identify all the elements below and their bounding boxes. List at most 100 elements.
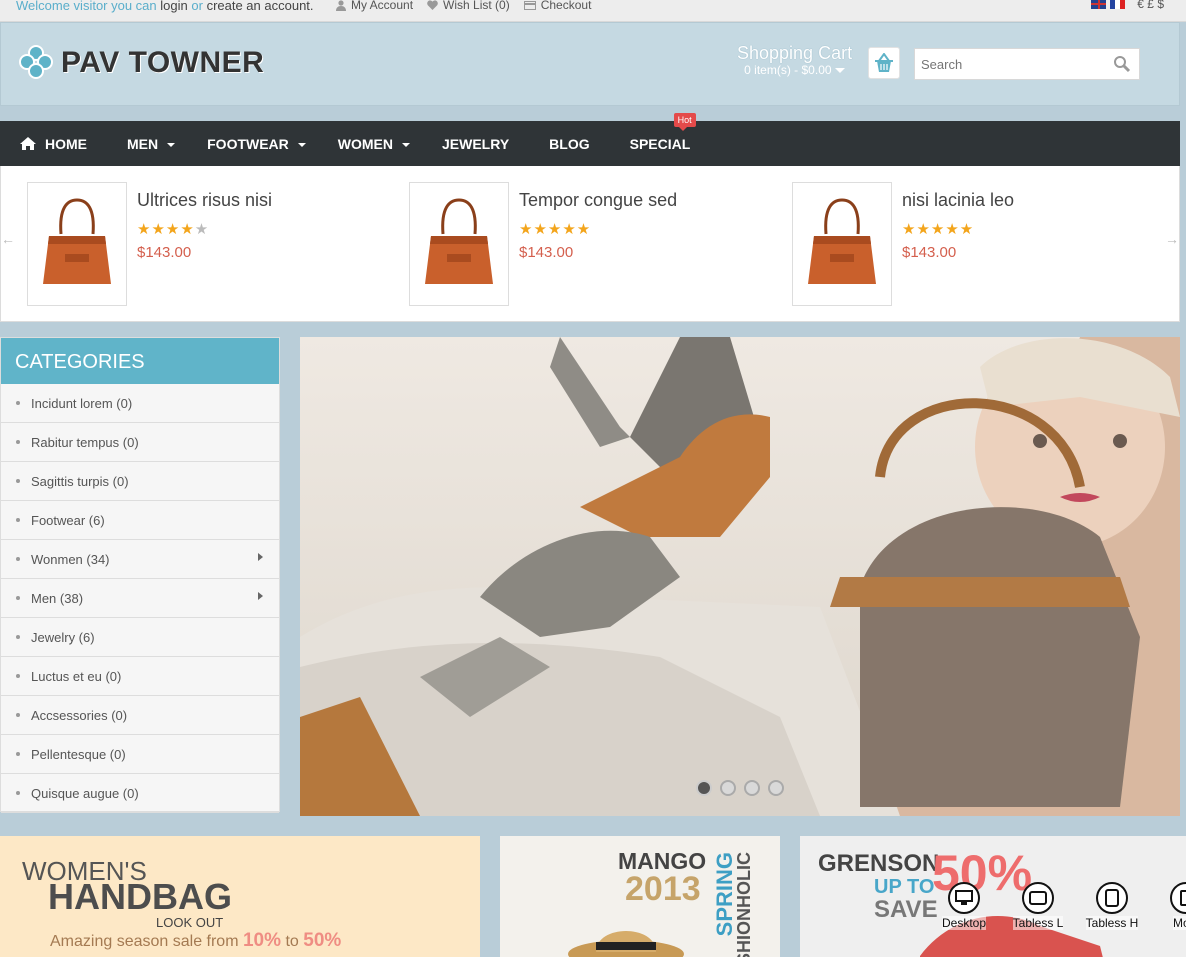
- category-item[interactable]: Sagittis turpis (0): [1, 462, 279, 501]
- brand-name: GRENSON: [818, 850, 940, 877]
- chevron-right-icon[interactable]: [258, 553, 263, 561]
- category-item[interactable]: Wonmen (34): [1, 540, 279, 579]
- category-label: Jewelry (6): [31, 629, 95, 645]
- product-name[interactable]: Ultrices risus nisi: [137, 190, 272, 211]
- category-label: Incidunt lorem (0): [31, 395, 133, 411]
- category-label: Quisque augue (0): [31, 785, 139, 801]
- product-rating: ★★★★★: [137, 221, 210, 238]
- nav-item-jewelry[interactable]: JEWELRY: [442, 121, 549, 166]
- slider-dot-1[interactable]: [696, 780, 712, 796]
- category-item[interactable]: Accsessories (0): [1, 696, 279, 735]
- nav-item-women[interactable]: WOMEN: [338, 121, 442, 166]
- womens-handbag-banner[interactable]: WOMEN'S HANDBAG LOOK OUT Amazing season …: [0, 836, 480, 957]
- device-desktop-button[interactable]: Desktop: [940, 882, 988, 930]
- product-name[interactable]: nisi lacinia leo: [902, 190, 1014, 211]
- slider-dot-4[interactable]: [768, 780, 784, 796]
- bullet-icon: [16, 518, 20, 522]
- nav-item-men[interactable]: MEN: [127, 121, 207, 166]
- user-icon: [336, 0, 346, 11]
- banner-year: 2013: [625, 870, 701, 908]
- slider-dot-3[interactable]: [744, 780, 760, 796]
- bullet-icon: [16, 401, 20, 405]
- slider-dot-2[interactable]: [720, 780, 736, 796]
- nav-item-special[interactable]: SPECIAL Hot: [630, 113, 696, 166]
- chevron-down-icon: [834, 68, 845, 74]
- hat-image: [568, 931, 684, 957]
- search-icon[interactable]: [1113, 55, 1131, 73]
- bullet-icon: [16, 791, 20, 795]
- chevron-down-icon: [167, 142, 176, 147]
- or-text: or: [191, 0, 203, 13]
- wish-list-link[interactable]: Wish List (0): [427, 0, 510, 12]
- main-nav: HOME MEN FOOTWEAR WOMEN JEWELRY BLOG SPE…: [0, 113, 1180, 166]
- product-price: $143.00: [902, 244, 957, 261]
- currency-switcher[interactable]: € £ $: [1137, 0, 1164, 11]
- category-item[interactable]: Pellentesque (0): [1, 735, 279, 774]
- language-currency: € £ $: [1091, 0, 1164, 11]
- category-item[interactable]: Rabitur tempus (0): [1, 423, 279, 462]
- french-flag-icon[interactable]: [1110, 0, 1126, 9]
- banner-line: LOOK OUT: [156, 915, 224, 930]
- chevron-down-icon: [402, 142, 410, 147]
- hot-badge: Hot: [673, 113, 696, 131]
- category-list: Incidunt lorem (0) Rabitur tempus (0) Sagi…: [1, 384, 279, 813]
- category-item[interactable]: Luctus et eu (0): [1, 657, 279, 696]
- english-flag-icon[interactable]: [1091, 0, 1107, 9]
- nav-label: MEN: [127, 135, 159, 152]
- nav-item-footwear[interactable]: FOOTWEAR: [207, 121, 338, 166]
- shopping-cart[interactable]: Shopping Cart 0 item(s) - $0.00: [737, 43, 852, 77]
- bullet-icon: [16, 557, 20, 561]
- product-card[interactable]: Tempor congue sed ★★★★★ $143.00: [409, 182, 749, 306]
- save-text: SAVE: [874, 896, 938, 923]
- product-image[interactable]: [409, 182, 509, 306]
- product-image[interactable]: [27, 182, 127, 306]
- category-label: Men (38): [31, 590, 84, 606]
- slider-dots: [696, 780, 784, 796]
- product-card[interactable]: nisi lacinia leo ★★★★★ $143.00: [792, 182, 1132, 306]
- device-tablet-portrait-button[interactable]: Tabless H: [1085, 882, 1139, 930]
- nav-item-blog[interactable]: BLOG: [549, 121, 629, 166]
- device-mobile-button[interactable]: Mobi: [1162, 882, 1186, 930]
- device-label: Tabless H: [1085, 916, 1139, 930]
- mango-banner[interactable]: MANGO 2013 SPRING FASHIONHOLIC: [500, 836, 780, 957]
- hero-image: [300, 337, 1180, 816]
- categories-panel: CATEGORIES Incidunt lorem (0) Rabitur tem…: [0, 337, 280, 813]
- bullet-icon: [16, 596, 20, 600]
- product-name[interactable]: Tempor congue sed: [519, 190, 677, 211]
- basket-icon[interactable]: [868, 47, 900, 79]
- category-label: Rabitur tempus (0): [31, 434, 139, 450]
- sale-to: 50%: [303, 930, 342, 951]
- search-input[interactable]: [915, 49, 1105, 79]
- device-label: Tabless L: [1012, 916, 1064, 930]
- my-account-label: My Account: [351, 0, 414, 12]
- search-box: [914, 48, 1140, 80]
- product-image[interactable]: [792, 182, 892, 306]
- category-item[interactable]: Jewelry (6): [1, 618, 279, 657]
- category-item[interactable]: Men (38): [1, 579, 279, 618]
- checkout-icon: [523, 0, 536, 10]
- chevron-left-icon[interactable]: ←: [0, 224, 19, 254]
- my-account-link[interactable]: My Account: [336, 0, 413, 12]
- device-tablet-landscape-button[interactable]: Tabless L: [1012, 882, 1064, 930]
- clover-logo-icon: [19, 45, 55, 81]
- create-account-link[interactable]: create an account.: [207, 0, 314, 13]
- product-card[interactable]: Ultrices risus nisi ★★★★★ $143.00: [27, 182, 367, 306]
- bullet-icon: [16, 440, 20, 444]
- desktop-icon: [948, 882, 980, 914]
- cart-summary[interactable]: 0 item(s) - $0.00: [737, 63, 852, 77]
- chevron-right-icon[interactable]: [258, 592, 263, 600]
- logo[interactable]: PAV TOWNER: [19, 45, 264, 81]
- login-link[interactable]: login: [160, 0, 187, 13]
- checkout-link[interactable]: Checkout: [523, 0, 591, 12]
- category-item[interactable]: Incidunt lorem (0): [1, 384, 279, 423]
- chevron-down-icon: [297, 142, 306, 147]
- tablet-landscape-icon: [1022, 882, 1054, 914]
- nav-label: FOOTWEAR: [207, 135, 289, 152]
- site-header: PAV TOWNER Shopping Cart 0 item(s) - $0.…: [0, 22, 1180, 106]
- category-item[interactable]: Footwear (6): [1, 501, 279, 540]
- category-item[interactable]: Quisque augue (0): [1, 774, 279, 813]
- hero-slider[interactable]: [300, 337, 1180, 816]
- chevron-right-icon[interactable]: →: [1161, 224, 1183, 254]
- handbag-image: [425, 198, 493, 284]
- nav-item-home[interactable]: HOME: [0, 121, 127, 166]
